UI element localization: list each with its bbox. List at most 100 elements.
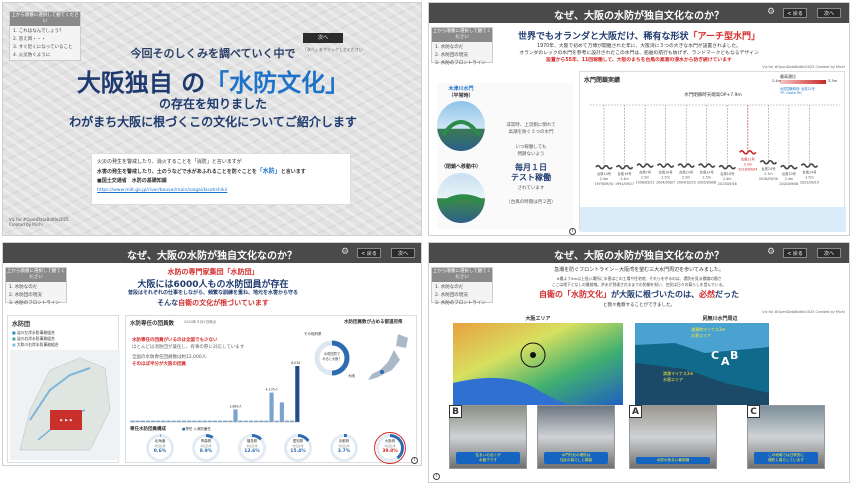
quiz-option[interactable]: 3. 水防のフロントライン [435,300,489,308]
intro-title-a: 大阪独自 の [76,69,206,97]
closure-label: 台風7号 [639,170,652,175]
info-icon[interactable]: i [433,473,440,480]
definition-box: 火災の発生を警戒したり、消火することを「消防」と言いますが 水害の発生を警戒した… [91,153,351,205]
closure-label: 台風21号 [741,156,756,161]
conclusion-tail: と我々推察することができました。 [603,303,675,308]
bar [279,402,284,422]
panel-title: 水防団 [12,321,31,328]
composition-pct: 15.4% [290,449,306,454]
closure-label: 2004/09/07 [656,181,675,185]
wave-icon [615,164,634,170]
panel-title-3: 水防団員数が占める都道府県 [344,320,403,325]
photo-caption: 水防の危ない最前線 [636,457,710,464]
back-button[interactable]: < 戻る [783,8,807,18]
closure-label: 台風14号 [700,170,715,175]
quiz-title: 上から順番に選択して観てください [6,268,66,282]
photo-caption: この地域では日常的に 堤防と暮らしています [754,452,818,464]
quiz-option[interactable]: 2. 水防団の現況 [435,52,489,60]
map-legend: ■ 淀川左岸水防事務組合 ■ 淀川右岸水防事務組合 ■ 大和川右岸水防事務組合 [12,330,59,347]
back-button[interactable]: < 戻る [783,248,807,258]
closure-label: 3.3m [744,162,752,166]
gear-icon[interactable]: ⚙ [767,8,775,17]
closure-label: 台風23号 [679,170,694,175]
quiz-option[interactable]: 1. 水防なのだ [435,44,489,52]
quiz-option[interactable]: 1. 水防なのだ [435,284,489,292]
intro-text: 1970年、大阪で初めて万博が開催された年に、大阪湾に３つの大きな水門が設置され… [519,44,759,63]
composition-sub: 専任比率 [154,444,166,448]
gate-name: 木津川水門 [448,86,474,92]
next-button[interactable]: 次へ [817,248,841,258]
composition-item: 北海道 専任比率 0.6% [144,434,178,462]
panel-title: 水防専任の団員数 [130,321,175,327]
back-button[interactable]: < 戻る [357,248,381,258]
quiz-option[interactable]: 1. 水防なのだ [9,284,63,292]
slide-header: なぜ、大阪の水防が独自文化なのか？ ⚙ < 戻る 次へ [429,243,849,263]
closure-label: 1991/09/27 [615,182,634,186]
composition-item: 京都府 専任比率 3.7% [328,434,362,462]
composition-item: 青森県 専任比率 8.9% [190,434,224,462]
bar-label: 6,026人 [291,361,300,365]
wave-icon [595,164,613,170]
closure-label: 2013/09/16 [718,182,737,186]
composition-item: 愛知県 専任比率 15.4% [282,434,316,462]
wave-icon [636,163,654,168]
quiz-option[interactable]: 2. 水防団の現況 [435,292,489,300]
gear-icon[interactable]: ⚙ [341,248,349,257]
gear-icon[interactable]: ⚙ [767,248,775,257]
gate-state-normal: （平常時） [448,93,474,99]
slide-header: なぜ、大阪の水防が独自文化なのか？ ⚙ < 戻る 次へ [429,3,849,23]
closure-label: 台風10号 [782,171,797,176]
gate-desc2: いつ稼働しても 問題ないよう [515,145,547,157]
gate-desc4: （台風の時期は月２回） [506,200,556,205]
legend-hi: 3.3m [828,79,837,83]
composition-pct: 0.6% [153,449,167,454]
intro-detail: ※最よう5m以上低い場所に水害はこの工場や住宅地、それらを守るのは、堤防を見る標… [551,276,727,287]
wave-icon [677,163,695,168]
site-photo: 水門付近の堤防は 住民の暮らしと隣接 [537,405,615,469]
composition-sub: 専任比率 [200,444,212,448]
quiz-option[interactable]: 1. これはなんでしょう？ [13,28,77,36]
test-run-text: 毎月１日 テスト稼働 [511,163,551,182]
next-button[interactable]: 次へ [817,8,841,18]
next-button[interactable]: 次へ [303,33,343,43]
slide-arch-gate: なぜ、大阪の水防が独自文化なのか？ ⚙ < 戻る 次へ 上から順番に選択して観て… [428,2,850,236]
closure-label: 2022/09/19 [800,181,819,185]
quiz-option[interactable]: 2. 水防団の現況 [9,292,63,300]
closure-label: 台風24号 [761,166,776,171]
bar [269,392,274,422]
quiz-option[interactable]: 3. 水防のフロントライン [435,60,489,68]
wave-icon [800,163,819,168]
map-marker-b: B [730,349,739,362]
source-link[interactable]: https://www.mlit.go.jp/river/bousai/main… [97,186,345,195]
japan-map [368,334,408,380]
next-button[interactable]: 次へ [391,248,415,258]
info-icon[interactable]: i [411,457,418,464]
arch-gate-icon [441,120,481,137]
closure-label: 2018/09/04 [738,167,757,171]
quiz-selector: 上から順番に選択して観てください 1. 水防なのだ 2. 水防団の現況 3. 水… [431,267,493,306]
bar [233,409,238,422]
composition-row: 専任水防団員構成 ■専任 ■消防兼任 北海道 専任比率 0.6% 青森県 専任比率 8.9… [126,427,418,464]
bar-label: 4,135人 [266,388,279,392]
closure-label: 1979/09/30 [594,182,613,186]
quiz-option[interactable]: 2. 答え目・・・ [13,36,77,44]
closure-label: 2005/09/06 [697,181,716,185]
intro-lead: 今回そのしくみを調べていく中で [130,47,296,60]
gate-panel: 木津川水門 （平常時） （閉鎖へ移動中） 非常時、上流側に倒れて 高潮を防ぐ３つ… [437,83,573,229]
wave-icon [698,163,716,168]
site-photo: C この地域では日常的に 堤防と暮らしています [747,405,825,469]
gate-desc3: されています [517,186,545,191]
quiz-option[interactable]: 3. 水防のフロントライン [9,300,63,308]
intro-sub: の存在を知りました [158,97,267,111]
slide-front-line: なぜ、大阪の水防が独自文化なのか？ ⚙ < 戻る 次へ 上から順番に選択して観て… [428,242,850,483]
section-headline: 世界でもオランダと大阪だけ、稀有な形状「アーチ型水門」 [517,32,761,42]
definition-line1: 火災の発生を警戒したり、消火することを「消防」と言いますが [97,159,242,165]
photo-caption: 水門付近の堤防は 住民の暮らしと隣接 [544,452,608,464]
bar-label: 2,863人 [229,404,242,408]
photo-caption: 住まいの近くが 水面下です [456,452,520,464]
comp-title: 専任水防団員構成 [130,427,166,432]
quiz-selector: 上から順番に選択して観てください 1. 水防なのだ 2. 水防団の現況 3. 水… [431,27,493,66]
corps-count-panel: 水防専任の団員数 2024年４月1日時点 水防団員数が占める都道府県 水防専任の… [125,315,418,464]
comp-legend: ■専任 ■消防兼任 [182,427,211,431]
info-icon[interactable]: i [569,228,576,235]
